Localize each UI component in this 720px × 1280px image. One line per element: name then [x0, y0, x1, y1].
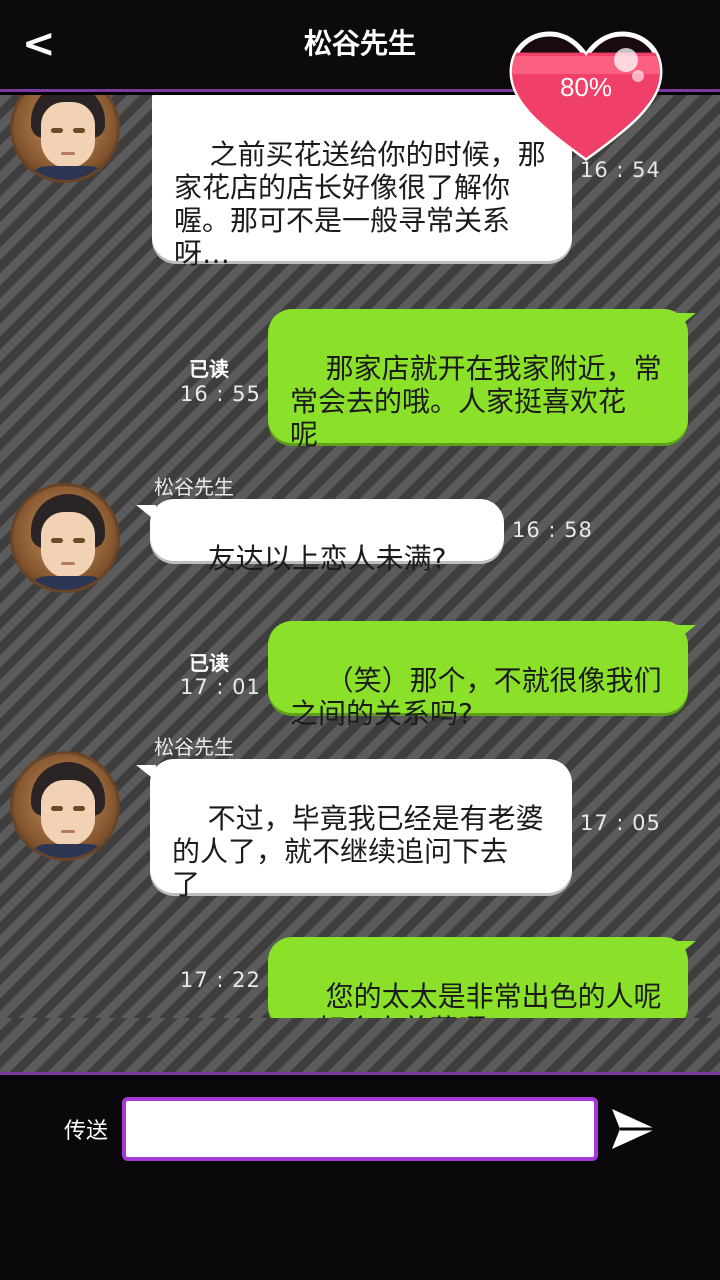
chat-bottom-strip: [0, 1018, 720, 1072]
message-text: 不过，毕竟我已经是有老婆 的人了，就不继续追问下去 了: [172, 802, 544, 901]
avatar[interactable]: [10, 95, 120, 183]
message-time: 16 : 58: [512, 518, 593, 542]
message-time: 17 : 05: [580, 811, 661, 835]
send-label: 传送: [64, 1119, 109, 1144]
message-text: 友达以上恋人未满?: [207, 542, 447, 575]
message-time: 17 : 01: [180, 675, 261, 699]
message-bubble[interactable]: 不过，毕竟我已经是有老婆 的人了，就不继续追问下去 了: [150, 759, 572, 901]
read-status: 已读: [189, 651, 229, 675]
paper-plane-icon: [612, 1109, 656, 1149]
message-bubble[interactable]: 友达以上恋人未满?: [150, 499, 504, 575]
input-bar: 传送: [0, 1072, 720, 1280]
sender-name: 松谷先生: [154, 475, 234, 499]
message-bubble[interactable]: （笑）那个，不就很像我们 之间的关系吗?: [268, 621, 688, 730]
chat-area[interactable]: 之前买花送给你的时候，那 家花店的店长好像很了解你 喔。那可不是一般寻常关系 呀…: [0, 95, 720, 1072]
avatar[interactable]: [10, 751, 120, 861]
avatar[interactable]: [10, 483, 120, 593]
message-time: 16 : 55: [180, 382, 261, 406]
bubble-tail: [676, 941, 696, 957]
message-bubble[interactable]: 那家店就开在我家附近，常 常会去的哦。人家挺喜欢花 呢: [268, 309, 688, 451]
read-status: 已读: [189, 357, 229, 381]
message-text: （笑）那个，不就很像我们 之间的关系吗?: [290, 664, 662, 730]
message-input[interactable]: [122, 1097, 598, 1161]
affection-percent: 80%: [559, 72, 613, 102]
send-button[interactable]: [608, 1103, 660, 1155]
message-text: 那家店就开在我家附近，常 常会去的哦。人家挺喜欢花 呢: [290, 352, 662, 451]
sender-name: 松谷先生: [154, 735, 234, 759]
bubble-tail: [676, 313, 696, 329]
affection-heart: 80%: [508, 30, 664, 162]
message-time: 17 : 22: [180, 968, 261, 992]
message-text: 之前买花送给你的时候，那 家花店的店长好像很了解你 喔。那可不是一般寻常关系 呀…: [174, 138, 546, 270]
bubble-tail: [676, 625, 696, 641]
message-bubble[interactable]: 您的太太是非常出色的人呢 …好令人羡慕啊: [268, 937, 688, 1046]
